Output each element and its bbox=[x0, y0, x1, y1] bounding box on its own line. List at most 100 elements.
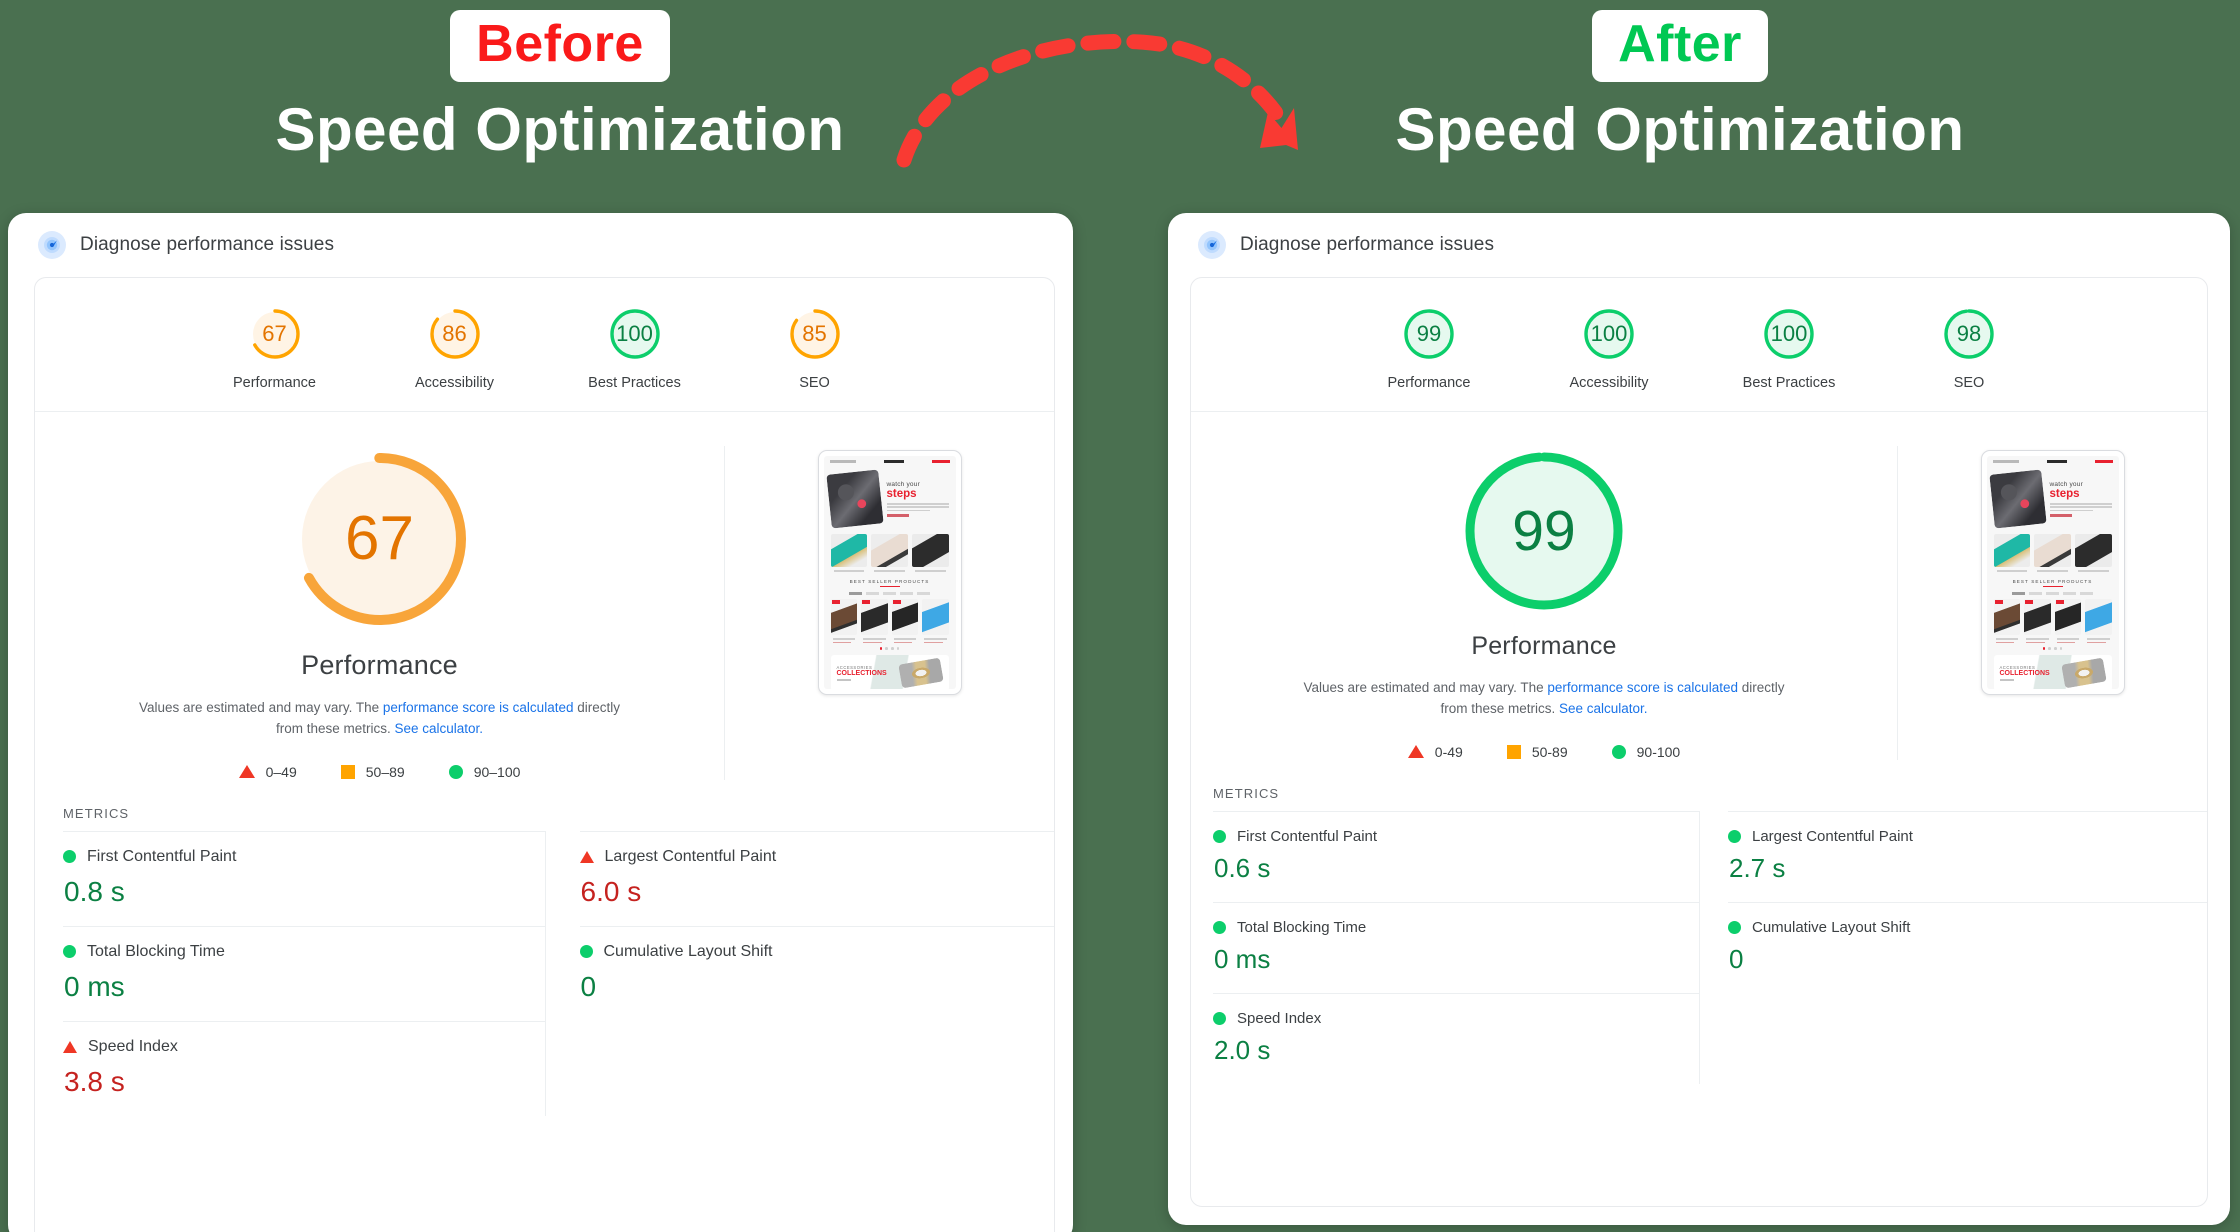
status-good-icon bbox=[63, 945, 76, 959]
before-thumbnail-column: watch your steps BEST SELLER PRODUCTS AC… bbox=[724, 446, 1054, 780]
status-good-icon bbox=[63, 850, 76, 864]
thumb-section-title: BEST SELLER PRODUCTS bbox=[849, 579, 930, 584]
metric-name: First Contentful Paint bbox=[87, 847, 237, 865]
thumb-hero-line2: steps bbox=[2049, 487, 2080, 500]
banner-watch-image bbox=[897, 657, 944, 689]
legend-range: 50–89 bbox=[365, 763, 405, 780]
note-text-pre: Values are estimated and may vary. The bbox=[1303, 680, 1548, 695]
page-screenshot-thumbnail[interactable]: watch your steps BEST SELLER PRODUCTS AC… bbox=[1980, 450, 2125, 695]
metric-row[interactable]: Cumulative Layout Shift 0 bbox=[579, 925, 1054, 1021]
gauge-label: Accessibility bbox=[415, 375, 494, 391]
after-category-gauges: 99 Performance 100 Accessibility 100 Bes… bbox=[1191, 278, 2207, 412]
before-report-card: 67 Performance 86 Accessibility 100 Best… bbox=[34, 277, 1055, 1232]
gauge-ring-icon: 67 bbox=[247, 306, 303, 362]
legend-item-poor: 0–49 bbox=[238, 764, 297, 780]
after-metrics-column-left: First Contentful Paint 0.6 s Total Block… bbox=[1191, 810, 1699, 1084]
category-gauge[interactable]: 99 Performance bbox=[1365, 306, 1493, 391]
legend-item-average: 50-89 bbox=[1506, 744, 1568, 760]
before-metrics-title: METRICS bbox=[63, 805, 130, 821]
circle-icon bbox=[1611, 744, 1626, 759]
metric-value: 0 ms bbox=[64, 970, 125, 1002]
after-report-panel: Diagnose performance issues 99 Performan… bbox=[1168, 213, 2230, 1225]
metric-value: 3.8 s bbox=[64, 1065, 125, 1097]
after-metrics-title: METRICS bbox=[1213, 785, 1280, 801]
gauge-score: 85 bbox=[802, 321, 827, 346]
category-gauge[interactable]: 100 Best Practices bbox=[1725, 306, 1853, 391]
metric-name: First Contentful Paint bbox=[1237, 827, 1378, 845]
category-gauge[interactable]: 100 Best Practices bbox=[571, 306, 699, 391]
thumb-hero-line2: steps bbox=[886, 487, 917, 500]
before-panel-header-label: Diagnose performance issues bbox=[80, 234, 335, 255]
triangle-icon bbox=[238, 765, 255, 779]
gauge-ring-icon: 86 bbox=[427, 306, 483, 362]
gauge-ring-icon: 100 bbox=[1581, 306, 1637, 362]
gauge-score: 99 bbox=[1416, 321, 1442, 346]
category-gauge[interactable]: 67 Performance bbox=[211, 306, 339, 391]
gauge-score: 86 bbox=[442, 321, 467, 346]
gauge-ring-icon: 99 bbox=[1401, 306, 1457, 362]
after-metrics-column-right: Largest Contentful Paint 2.7 s Cumulativ… bbox=[1699, 810, 2207, 1084]
after-score-legend: 0-49 50-89 90-100 bbox=[1211, 744, 1877, 760]
status-good-icon bbox=[1213, 829, 1226, 843]
gauge-ring-icon: 85 bbox=[787, 306, 843, 362]
gauge-label: Best Practices bbox=[1742, 375, 1836, 391]
metric-row[interactable]: Speed Index 2.0 s bbox=[1213, 992, 1699, 1084]
metric-value: 0 bbox=[580, 970, 597, 1002]
before-estimate-note: Values are estimated and may vary. The p… bbox=[130, 698, 630, 740]
before-panel-header: Diagnose performance issues bbox=[8, 213, 1073, 277]
see-calculator-link[interactable]: See calculator. bbox=[1559, 701, 1648, 716]
see-calculator-link[interactable]: See calculator. bbox=[394, 721, 483, 736]
gauge-ring-icon: 100 bbox=[607, 306, 663, 362]
metric-row[interactable]: Total Blocking Time 0 ms bbox=[1213, 901, 1699, 993]
metric-row[interactable]: Total Blocking Time 0 ms bbox=[63, 925, 545, 1021]
gauge-label: Best Practices bbox=[588, 375, 681, 391]
thumb-hero-line1: watch your bbox=[886, 480, 920, 488]
diagnose-gauge-icon bbox=[1198, 231, 1226, 259]
square-icon bbox=[1506, 744, 1521, 759]
gauge-score: 100 bbox=[1590, 321, 1628, 346]
gauge-label: Performance bbox=[232, 375, 316, 391]
metric-name: Speed Index bbox=[1237, 1009, 1322, 1027]
gauge-score: 67 bbox=[262, 321, 287, 346]
before-metrics-column-right: Largest Contentful Paint 6.0 s Cumulativ… bbox=[544, 830, 1054, 1116]
metric-row[interactable]: Largest Contentful Paint 6.0 s bbox=[579, 830, 1054, 926]
before-report-panel: Diagnose performance issues 67 Performan… bbox=[8, 213, 1073, 1232]
metric-value: 0.8 s bbox=[64, 875, 125, 907]
legend-range: 90-100 bbox=[1636, 743, 1681, 760]
gauge-ring-icon: 98 bbox=[1941, 306, 1997, 362]
status-poor-icon bbox=[579, 850, 594, 863]
metric-name: Total Blocking Time bbox=[1237, 918, 1367, 936]
after-metrics-section: METRICS First Contentful Paint 0.6 s Tot… bbox=[1191, 786, 2207, 1084]
metric-row[interactable]: Cumulative Layout Shift 0 bbox=[1728, 901, 2207, 993]
metric-value: 2.7 s bbox=[1729, 852, 1786, 883]
legend-item-average: 50–89 bbox=[340, 763, 405, 780]
metric-value: 2.0 s bbox=[1214, 1034, 1271, 1065]
gauge-label: SEO bbox=[1953, 375, 1985, 391]
hero-watch-image bbox=[825, 469, 884, 529]
status-poor-icon bbox=[63, 1040, 77, 1053]
page-screenshot-thumbnail[interactable]: watch your steps BEST SELLER PRODUCTS AC… bbox=[817, 450, 962, 695]
metric-value: 6.0 s bbox=[580, 875, 642, 907]
status-good-icon bbox=[1728, 829, 1741, 843]
status-good-icon bbox=[1728, 920, 1741, 934]
performance-score-link[interactable]: performance score is calculated bbox=[1547, 680, 1738, 695]
metric-row[interactable]: First Contentful Paint 0.8 s bbox=[63, 830, 545, 926]
category-gauge[interactable]: 98 SEO bbox=[1905, 306, 2033, 391]
status-good-icon bbox=[1213, 1011, 1226, 1025]
metric-row[interactable]: Speed Index 3.8 s bbox=[63, 1020, 545, 1116]
before-metrics-column-left: First Contentful Paint 0.8 s Total Block… bbox=[35, 830, 545, 1116]
legend-range: 0-49 bbox=[1434, 743, 1463, 760]
metric-row[interactable]: Largest Contentful Paint 2.7 s bbox=[1728, 810, 2207, 902]
performance-score-link[interactable]: performance score is calculated bbox=[383, 700, 574, 715]
gauge-ring-icon: 100 bbox=[1761, 306, 1817, 362]
gauge-label: Accessibility bbox=[1569, 375, 1649, 391]
category-gauge[interactable]: 100 Accessibility bbox=[1545, 306, 1673, 391]
before-performance-summary: 67 Performance Values are estimated and … bbox=[35, 446, 724, 780]
metric-row[interactable]: First Contentful Paint 0.6 s bbox=[1213, 810, 1699, 902]
category-gauge[interactable]: 86 Accessibility bbox=[391, 306, 519, 391]
after-report-card: 99 Performance 100 Accessibility 100 Bes… bbox=[1190, 277, 2208, 1207]
thumb-section-title: BEST SELLER PRODUCTS bbox=[2012, 579, 2093, 584]
gauge-label: Performance bbox=[1387, 375, 1471, 391]
status-good-icon bbox=[579, 945, 593, 959]
category-gauge[interactable]: 85 SEO bbox=[751, 306, 879, 391]
